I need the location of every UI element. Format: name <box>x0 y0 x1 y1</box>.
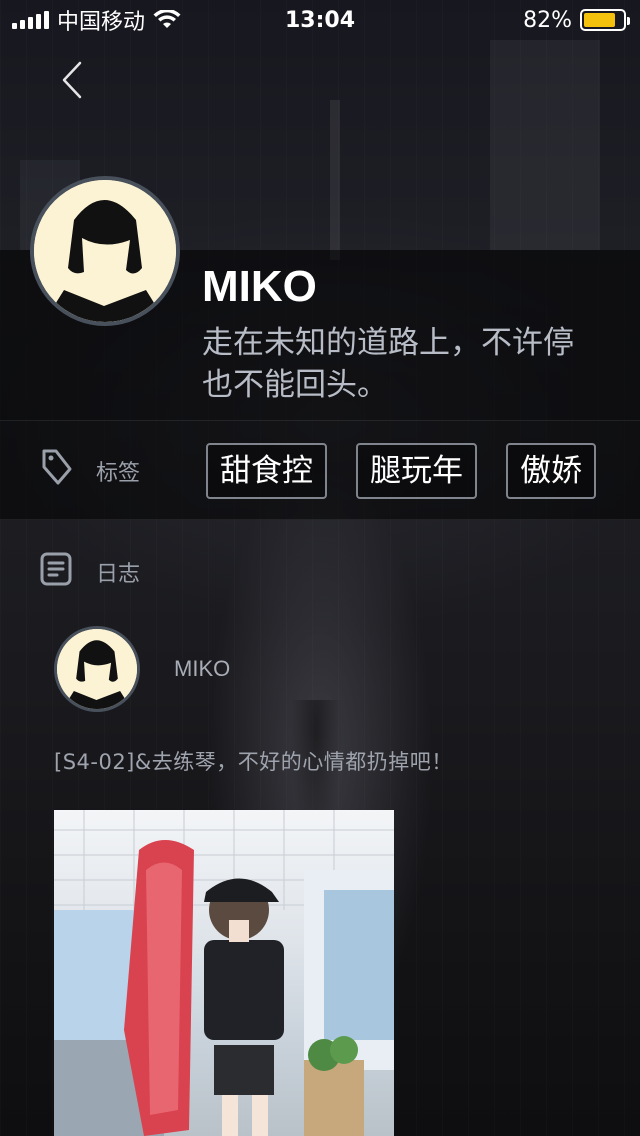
post-author-avatar[interactable] <box>54 626 140 712</box>
avatar-illustration <box>57 629 137 709</box>
battery-level <box>584 13 616 27</box>
profile-bio: 走在未知的道路上，不许停 也不能回头。 <box>202 322 622 406</box>
post-image-illustration <box>54 810 394 1136</box>
tag-icon <box>42 449 72 485</box>
tags-section: 标签 甜食控 腿玩年 傲娇 <box>0 420 640 520</box>
back-button[interactable] <box>52 56 92 104</box>
battery-percent: 82% <box>523 7 572 33</box>
post-text: [S4-02]&去练琴，不好的心情都扔掉吧！ <box>54 750 453 774</box>
post-image[interactable] <box>54 810 394 1136</box>
background-building <box>330 100 340 260</box>
avatar-illustration <box>34 180 176 322</box>
tag-chip[interactable]: 腿玩年 <box>356 443 477 499</box>
background-building <box>490 40 600 250</box>
status-bar: 中国移动 13:04 82% <box>0 0 640 40</box>
avatar[interactable] <box>30 176 180 326</box>
signal-icon <box>12 11 49 29</box>
document-icon <box>40 552 72 586</box>
profile-name: MIKO <box>202 262 317 311</box>
wifi-icon <box>153 10 181 28</box>
diary-label: 日志 <box>96 562 141 587</box>
tag-chip[interactable]: 傲娇 <box>506 443 596 499</box>
tags-label: 标签 <box>96 461 141 486</box>
carrier-label: 中国移动 <box>57 10 146 35</box>
profile-bio-line: 也不能回头。 <box>202 367 388 403</box>
profile-bio-line: 走在未知的道路上，不许停 <box>202 325 574 361</box>
chevron-left-icon <box>62 61 82 99</box>
post-author-name[interactable]: MIKO <box>174 656 230 682</box>
tag-chip[interactable]: 甜食控 <box>206 443 327 499</box>
battery-icon <box>580 9 630 31</box>
